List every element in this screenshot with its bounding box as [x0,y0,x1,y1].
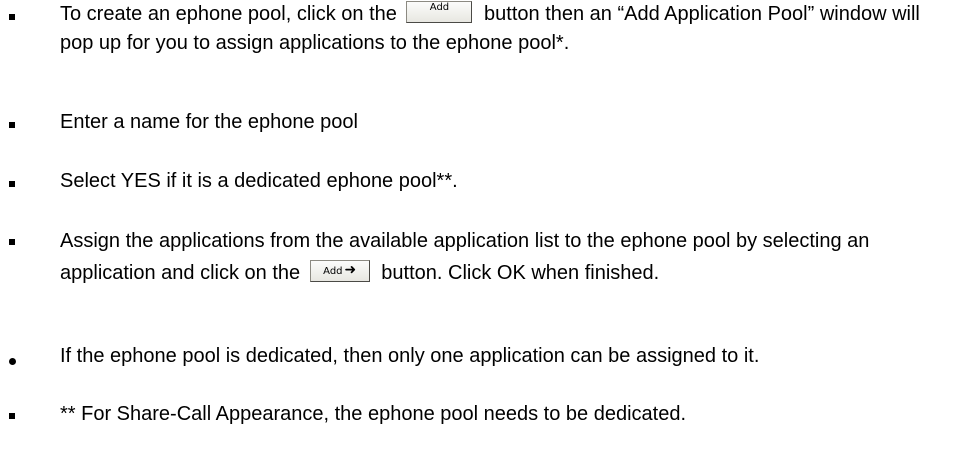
text-before-button: To create an ephone pool, click on the [60,3,397,25]
bullet-text: To create an ephone pool, click on the A… [60,0,940,58]
add-button-image: Add [406,0,473,23]
add-label: Add [323,265,343,277]
square-bullet-icon [9,413,15,419]
bullet-text: Enter a name for the ephone pool [60,111,358,133]
square-bullet-icon [9,181,15,187]
add-arrow-button-image: Add ➜ [309,259,370,282]
right-arrow-icon: ➜ [344,261,357,278]
square-bullet-icon [9,239,15,245]
round-bullet-icon [9,358,16,365]
square-bullet-icon [9,122,15,128]
text-after-button: button. Click OK when finished. [381,262,660,284]
bullet-text: Select YES if it is a dedicated ephone p… [60,170,458,192]
note-text: ** For Share-Call Appearance, the ephone… [60,403,686,425]
note-text: If the ephone pool is dedicated, then on… [60,345,760,367]
bullet-text: Assign the applications from the availab… [60,225,940,289]
square-bullet-icon [9,14,15,20]
